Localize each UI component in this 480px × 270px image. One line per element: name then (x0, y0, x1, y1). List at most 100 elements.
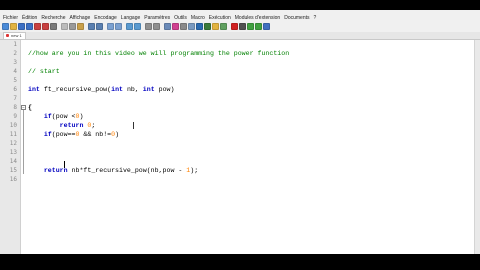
keyword-if: if (43, 113, 52, 120)
play-icon[interactable] (247, 23, 254, 30)
keyword-if: if (43, 131, 52, 138)
notepad-plus-plus-window: Fichier Édition Recherche Affichage Encodage… (0, 10, 480, 254)
code-line-15: return nb*ft_recursive_pow(nb,pow - 1); (28, 166, 198, 175)
line-number: 15 (9, 167, 17, 174)
save-macro-icon[interactable] (263, 23, 270, 30)
code-text: nb*ft_recursive_pow(nb,pow - (67, 167, 187, 174)
code-editor[interactable]: 1 2 3 4 5 6 7 8 9 10 11 12 13 14 15 16 //how are you in… (0, 40, 474, 254)
editor-line: 14 (0, 157, 474, 166)
zoom-out-icon[interactable] (134, 23, 141, 30)
code-line-11: if(pow==0 && nb!=0) (28, 130, 119, 139)
code-text: pow) (154, 86, 175, 93)
mouse-ibeam-cursor (133, 122, 134, 129)
vertical-scrollbar[interactable] (474, 40, 480, 254)
screen: Fichier Édition Recherche Affichage Encodage… (0, 0, 480, 270)
keyword-int: int (142, 86, 155, 93)
replace-icon[interactable] (115, 23, 122, 30)
editor-line: 3 (0, 58, 474, 67)
close-all-icon[interactable] (42, 23, 49, 30)
show-all-icon[interactable] (172, 23, 179, 30)
keyword-int: int (28, 86, 40, 93)
save-all-icon[interactable] (26, 23, 33, 30)
code-text: (pow < (51, 113, 76, 120)
line-number: 5 (13, 77, 17, 84)
editor-line: 13 (0, 148, 474, 157)
redo-icon[interactable] (96, 23, 103, 30)
menu-item-6[interactable]: Paramètres (144, 15, 170, 21)
editor-line: 5 (0, 76, 474, 85)
tab-label: new 1 (11, 33, 22, 38)
sync-v-icon[interactable] (145, 23, 152, 30)
editor-line: 4 (0, 67, 474, 76)
code-text: ; (91, 122, 96, 129)
editor-line: 16 (0, 175, 474, 184)
text-caret (64, 161, 65, 168)
line-number: 10 (9, 122, 17, 129)
editor-line: 1 (0, 40, 474, 49)
menu-item-10[interactable]: Modules d'extension (235, 15, 280, 21)
line-number: 12 (9, 140, 17, 147)
line-number: 14 (9, 158, 17, 165)
save-icon[interactable] (18, 23, 25, 30)
code-text: && nb!= (79, 131, 112, 138)
code-comment-line-2: //how are you in this video we will prog… (28, 50, 290, 57)
paste-icon[interactable] (77, 23, 84, 30)
code-text: ); (190, 167, 199, 174)
cut-icon[interactable] (61, 23, 68, 30)
code-line-8: { (28, 104, 32, 111)
find-icon[interactable] (107, 23, 114, 30)
sync-h-icon[interactable] (153, 23, 160, 30)
menu-item-12[interactable]: ? (314, 15, 317, 21)
zoom-in-icon[interactable] (126, 23, 133, 30)
udl-icon[interactable] (188, 23, 195, 30)
copy-icon[interactable] (69, 23, 76, 30)
record-icon[interactable] (231, 23, 238, 30)
menu-item-4[interactable]: Encodage (94, 15, 117, 21)
editor-line: 8 (0, 103, 474, 112)
line-number: 6 (13, 86, 17, 93)
word-wrap-icon[interactable] (164, 23, 171, 30)
menu-item-9[interactable]: Exécution (209, 15, 231, 21)
toolbar (2, 22, 478, 31)
function-list-icon[interactable] (204, 23, 211, 30)
menu-item-11[interactable]: Documents (284, 15, 309, 21)
menu-item-1[interactable]: Édition (22, 15, 37, 21)
keyword-return: return (59, 122, 84, 129)
monitor-icon[interactable] (220, 23, 227, 30)
editor-line: 7 (0, 94, 474, 103)
play-multiple-icon[interactable] (255, 23, 262, 30)
map-icon[interactable] (196, 23, 203, 30)
menu-item-5[interactable]: Langage (121, 15, 140, 21)
line-number: 13 (9, 149, 17, 156)
line-number: 11 (9, 131, 17, 138)
code-comment-line-4: // start (28, 68, 60, 75)
code-text: ) (79, 113, 84, 120)
keyword-int: int (111, 86, 123, 93)
code-line-10: return 0; (28, 121, 96, 130)
line-number: 9 (13, 113, 17, 120)
line-number: 7 (13, 95, 17, 102)
menu-item-8[interactable]: Macro (191, 15, 205, 21)
indent-guide-icon[interactable] (180, 23, 187, 30)
open-file-icon[interactable] (10, 23, 17, 30)
line-number: 3 (13, 59, 17, 66)
close-icon[interactable] (34, 23, 41, 30)
print-icon[interactable] (50, 23, 57, 30)
keyword-return: return (43, 167, 68, 174)
menu-item-3[interactable]: Affichage (70, 15, 91, 21)
code-text: (pow== (51, 131, 76, 138)
line-number: 16 (9, 176, 17, 183)
folder-icon[interactable] (212, 23, 219, 30)
document-icon (6, 34, 9, 37)
tab-new-1[interactable]: new 1 (3, 32, 26, 39)
line-number: 2 (13, 50, 17, 57)
stop-icon[interactable] (239, 23, 246, 30)
line-number: 1 (13, 41, 17, 48)
menu-item-7[interactable]: Outils (174, 15, 187, 21)
undo-icon[interactable] (88, 23, 95, 30)
new-file-icon[interactable] (2, 23, 9, 30)
menu-item-2[interactable]: Recherche (41, 15, 65, 21)
menu-item-0[interactable]: Fichier (3, 15, 18, 21)
code-text: ft_recursive_pow( (39, 86, 112, 93)
editor-line: 12 (0, 139, 474, 148)
